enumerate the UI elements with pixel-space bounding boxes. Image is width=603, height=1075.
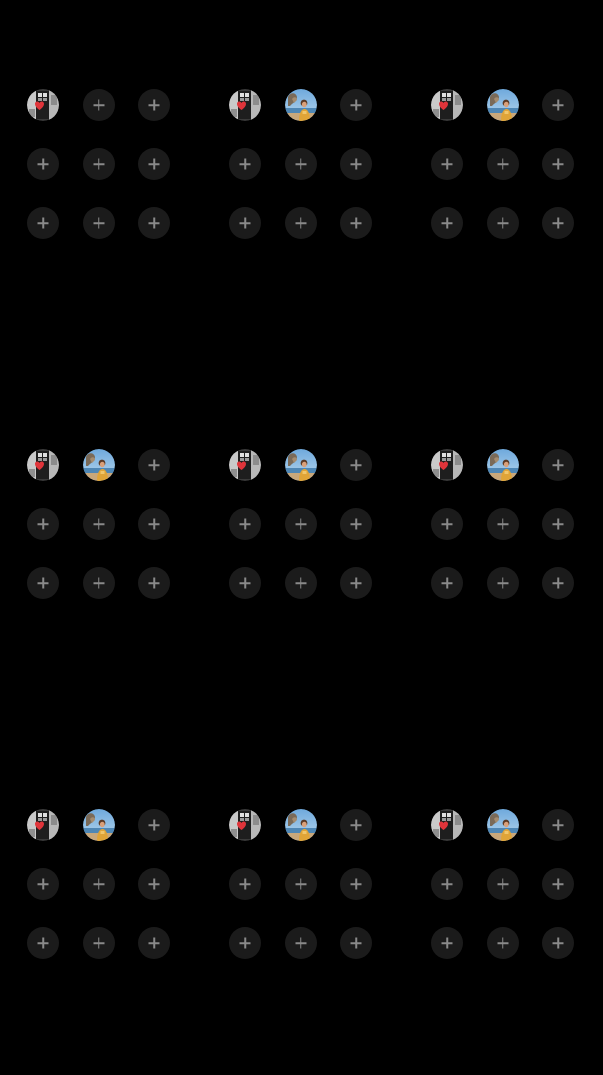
plus-slot-button[interactable] [542,89,574,121]
heart-photo-avatar[interactable] [229,449,261,481]
plus-slot-button[interactable] [542,567,574,599]
plus-slot-button[interactable] [138,148,170,180]
plus-slot-button[interactable] [486,148,519,180]
beach-photo-avatar[interactable] [284,449,317,481]
plus-slot-button[interactable] [542,207,574,239]
panel-8 [229,809,389,969]
plus-slot-button[interactable] [542,449,574,481]
plus-slot-button[interactable] [82,207,115,239]
plus-slot-button[interactable] [27,927,59,959]
beach-photo-avatar[interactable] [486,449,519,481]
heart-photo-avatar[interactable] [431,809,463,841]
plus-slot-button[interactable] [542,868,574,900]
plus-slot-button[interactable] [138,868,170,900]
plus-slot-button[interactable] [431,508,463,540]
beach-photo-avatar[interactable] [486,809,519,841]
heart-photo-avatar[interactable] [229,89,261,121]
plus-slot-button[interactable] [340,809,372,841]
heart-photo-avatar[interactable] [27,809,59,841]
plus-slot-button[interactable] [284,207,317,239]
beach-photo-avatar[interactable] [486,89,519,121]
heart-photo-avatar[interactable] [229,809,261,841]
plus-slot-button[interactable] [431,148,463,180]
plus-slot-button[interactable] [82,508,115,540]
plus-slot-button[interactable] [229,148,261,180]
plus-slot-button[interactable] [27,148,59,180]
plus-slot-button[interactable] [340,927,372,959]
plus-slot-button[interactable] [229,207,261,239]
panel-5 [229,449,389,609]
plus-slot-button[interactable] [486,927,519,959]
plus-slot-button[interactable] [284,927,317,959]
avatar-grid-screen [0,0,603,1075]
plus-slot-button[interactable] [431,868,463,900]
plus-slot-button[interactable] [542,927,574,959]
plus-slot-button[interactable] [82,927,115,959]
plus-slot-button[interactable] [138,809,170,841]
plus-slot-button[interactable] [340,89,372,121]
heart-photo-avatar[interactable] [431,89,463,121]
heart-photo-avatar[interactable] [27,89,59,121]
panel-7 [27,809,187,969]
plus-slot-button[interactable] [542,809,574,841]
heart-photo-avatar[interactable] [431,449,463,481]
plus-slot-button[interactable] [340,207,372,239]
plus-slot-button[interactable] [82,868,115,900]
plus-slot-button[interactable] [138,207,170,239]
plus-slot-button[interactable] [431,207,463,239]
plus-slot-button[interactable] [27,868,59,900]
panel-1 [27,89,187,249]
beach-photo-avatar[interactable] [284,89,317,121]
plus-slot-button[interactable] [229,868,261,900]
plus-slot-button[interactable] [486,567,519,599]
plus-slot-button[interactable] [229,567,261,599]
panel-9 [431,809,591,969]
plus-slot-button[interactable] [27,508,59,540]
plus-slot-button[interactable] [138,449,170,481]
plus-slot-button[interactable] [138,927,170,959]
plus-slot-button[interactable] [229,508,261,540]
plus-slot-button[interactable] [82,89,115,121]
plus-slot-button[interactable] [138,89,170,121]
plus-slot-button[interactable] [138,567,170,599]
plus-slot-button[interactable] [284,868,317,900]
plus-slot-button[interactable] [340,449,372,481]
plus-slot-button[interactable] [27,207,59,239]
panel-4 [27,449,187,609]
plus-slot-button[interactable] [340,508,372,540]
plus-slot-button[interactable] [82,148,115,180]
plus-slot-button[interactable] [340,567,372,599]
plus-slot-button[interactable] [82,567,115,599]
panel-6 [431,449,591,609]
panel-2 [229,89,389,249]
plus-slot-button[interactable] [486,207,519,239]
plus-slot-button[interactable] [284,148,317,180]
beach-photo-avatar[interactable] [82,809,115,841]
plus-slot-button[interactable] [284,508,317,540]
panel-3 [431,89,591,249]
plus-slot-button[interactable] [229,927,261,959]
plus-slot-button[interactable] [431,567,463,599]
heart-photo-avatar[interactable] [27,449,59,481]
plus-slot-button[interactable] [284,567,317,599]
plus-slot-button[interactable] [486,508,519,540]
plus-slot-button[interactable] [542,508,574,540]
plus-slot-button[interactable] [542,148,574,180]
plus-slot-button[interactable] [340,868,372,900]
plus-slot-button[interactable] [27,567,59,599]
beach-photo-avatar[interactable] [284,809,317,841]
plus-slot-button[interactable] [486,868,519,900]
plus-slot-button[interactable] [431,927,463,959]
beach-photo-avatar[interactable] [82,449,115,481]
plus-slot-button[interactable] [340,148,372,180]
plus-slot-button[interactable] [138,508,170,540]
